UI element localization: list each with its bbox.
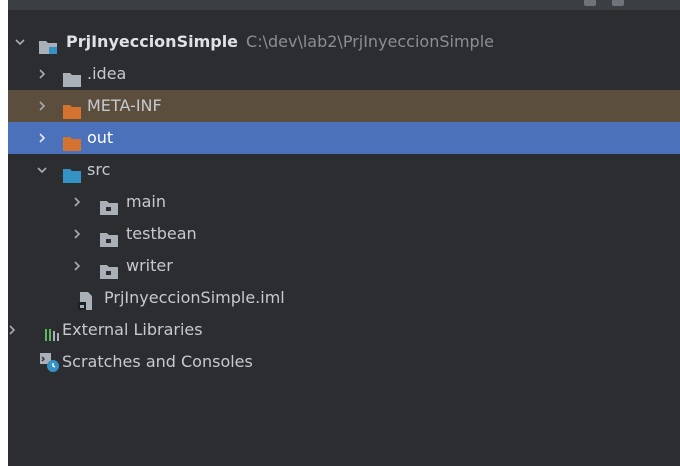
chevron-down-icon[interactable] xyxy=(34,154,50,186)
tool-window-header xyxy=(8,0,680,10)
folder-icon xyxy=(63,98,81,119)
tree-item-label: main xyxy=(126,192,166,211)
tree-item-label: External Libraries xyxy=(62,320,203,339)
tree-item-testbean[interactable]: testbean xyxy=(8,218,680,250)
chevron-right-icon[interactable] xyxy=(69,218,85,250)
chevron-right-icon[interactable] xyxy=(34,122,50,154)
tree-item-root[interactable]: PrjInyeccionSimple C:\dev\lab2\PrjInyecci… xyxy=(8,26,680,58)
tree-item-idea[interactable]: .idea xyxy=(8,58,680,90)
project-path: C:\dev\lab2\PrjInyeccionSimple xyxy=(246,32,494,51)
tree-item-main[interactable]: main xyxy=(8,186,680,218)
module-folder-icon xyxy=(38,34,57,54)
project-name: PrjInyeccionSimple xyxy=(66,32,239,51)
tree-item-label: writer xyxy=(126,256,173,275)
project-tree: PrjInyeccionSimple C:\dev\lab2\PrjInyecci… xyxy=(8,26,680,378)
tree-item-label: testbean xyxy=(126,224,197,243)
package-folder-icon xyxy=(100,194,118,215)
chevron-right-icon[interactable] xyxy=(8,314,20,346)
settings-icon[interactable] xyxy=(584,0,596,6)
tree-item-external-libraries[interactable]: External Libraries xyxy=(8,314,680,346)
tree-item-label: out xyxy=(87,128,114,147)
project-tool-window: PrjInyeccionSimple C:\dev\lab2\PrjInyecci… xyxy=(8,0,680,466)
package-folder-icon xyxy=(100,258,118,279)
minimize-icon[interactable] xyxy=(612,0,624,6)
tree-item-label: PrjInyeccionSimple C:\dev\lab2\PrjInyecci… xyxy=(66,26,494,58)
folder-icon xyxy=(63,130,81,151)
chevron-right-icon[interactable] xyxy=(34,58,50,90)
tree-item-out[interactable]: out xyxy=(8,122,680,154)
tree-item-label: .idea xyxy=(87,64,127,83)
tree-item-label: Scratches and Consoles xyxy=(62,352,253,371)
libraries-icon xyxy=(44,322,62,341)
tree-item-iml[interactable]: PrjInyeccionSimple.iml xyxy=(8,282,680,314)
tree-item-label: PrjInyeccionSimple.iml xyxy=(104,288,285,307)
source-folder-icon xyxy=(63,162,81,183)
tree-item-writer[interactable]: writer xyxy=(8,250,680,282)
tree-item-meta-inf[interactable]: META-INF xyxy=(8,90,680,122)
package-folder-icon xyxy=(100,226,118,247)
chevron-down-icon[interactable] xyxy=(12,26,28,58)
tree-item-label: META-INF xyxy=(87,96,162,115)
tree-item-src[interactable]: src xyxy=(8,154,680,186)
chevron-right-icon[interactable] xyxy=(34,90,50,122)
tree-item-label: src xyxy=(87,160,111,179)
scratches-icon xyxy=(40,352,59,372)
chevron-right-icon[interactable] xyxy=(69,250,85,282)
iml-file-icon xyxy=(78,289,96,310)
tree-item-scratches[interactable]: Scratches and Consoles xyxy=(8,346,680,378)
chevron-right-icon[interactable] xyxy=(69,186,85,218)
folder-icon xyxy=(63,66,81,87)
